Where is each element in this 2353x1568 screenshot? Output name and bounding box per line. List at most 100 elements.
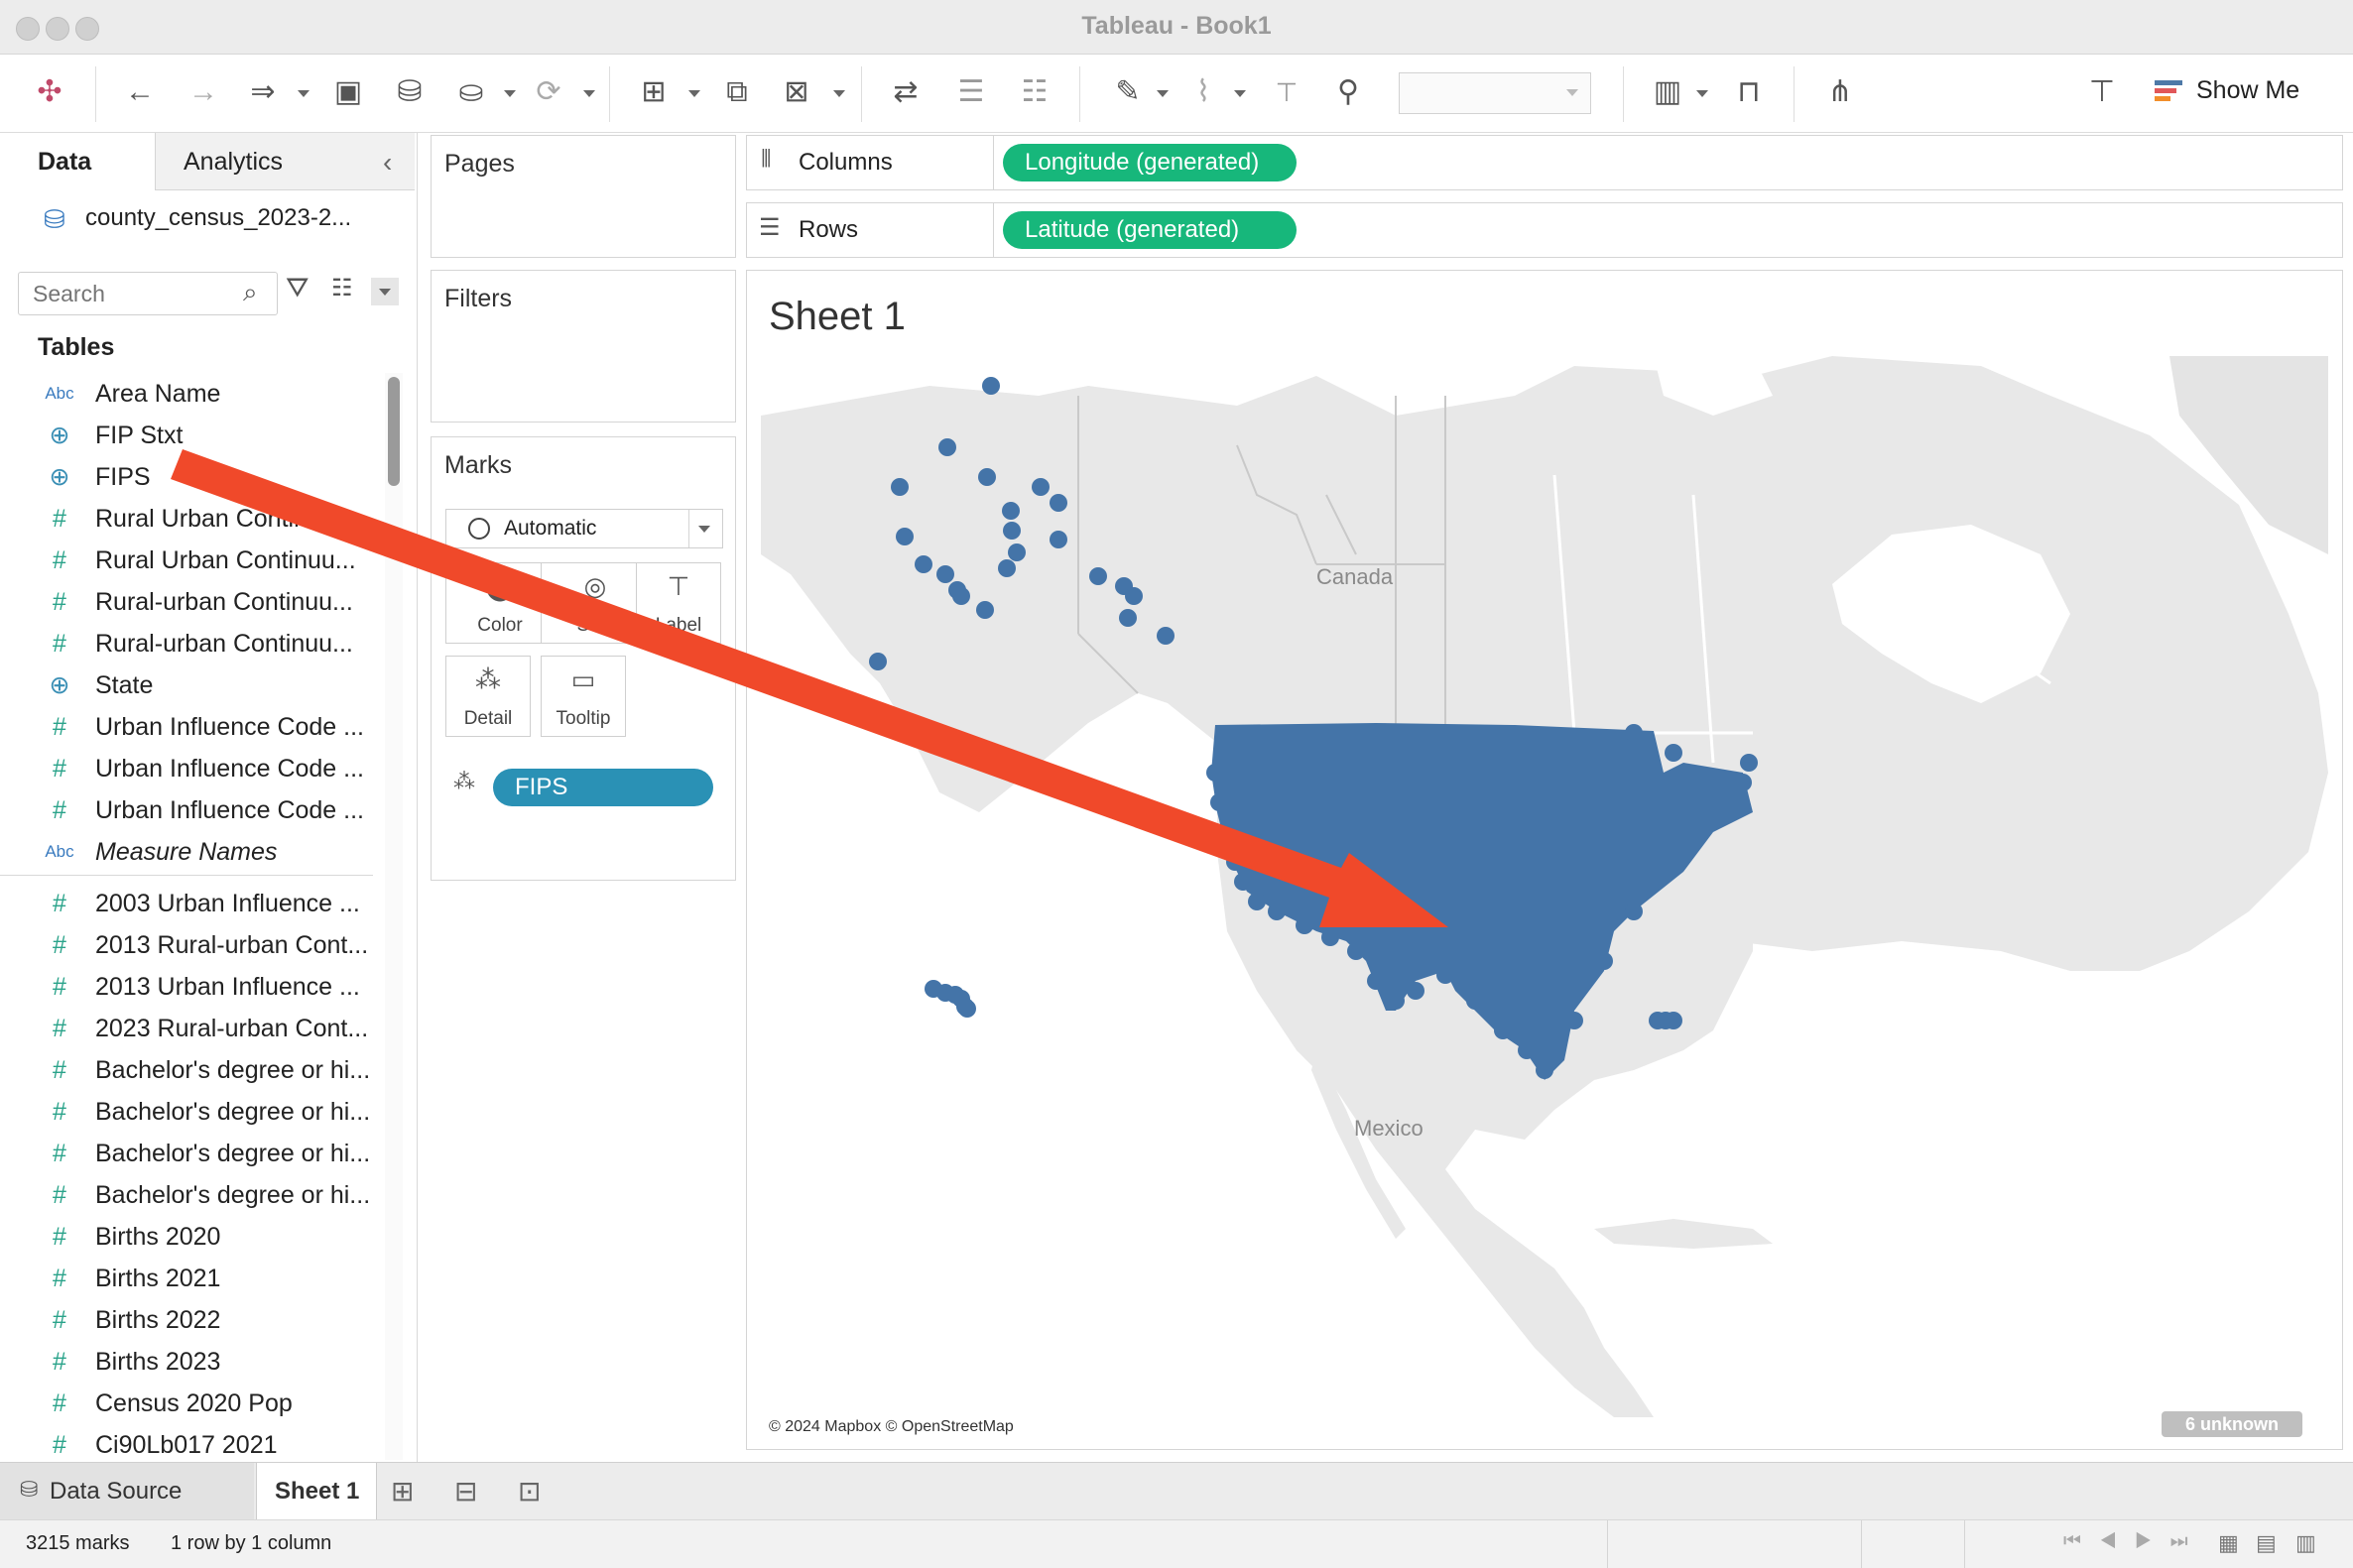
map-mark[interactable] <box>1032 478 1050 496</box>
search-input[interactable] <box>31 279 233 308</box>
group-members-icon[interactable]: ⌇ <box>1180 72 1226 112</box>
map-mark[interactable] <box>1248 893 1266 910</box>
redo-icon[interactable]: → <box>181 72 226 112</box>
map-mark[interactable] <box>1734 774 1752 791</box>
field-item[interactable]: # Rural Urban Continuu... <box>0 498 377 540</box>
map-mark[interactable] <box>1665 1012 1682 1029</box>
refresh-dropdown-icon[interactable] <box>583 90 595 97</box>
data-source-tab[interactable]: ⛁ Data Source <box>0 1463 254 1520</box>
show-cards-dropdown-icon[interactable] <box>1696 90 1708 97</box>
field-item[interactable]: #2013 Rural-urban Cont... <box>0 924 377 966</box>
fix-axes-icon[interactable]: ⚲ <box>1325 72 1371 112</box>
map-mark[interactable] <box>1268 793 1286 811</box>
detail-button[interactable]: ⁂ Detail <box>445 656 531 737</box>
highlight-icon[interactable]: ✎ <box>1105 72 1151 112</box>
map-mark[interactable] <box>1157 627 1175 645</box>
fit-dropdown[interactable] <box>1399 72 1591 114</box>
filter-icon[interactable]: ⛛ <box>286 272 310 304</box>
latitude-pill[interactable]: Latitude (generated) <box>1003 211 1297 249</box>
sheet-title[interactable]: Sheet 1 <box>769 295 906 339</box>
map-mark[interactable] <box>1665 744 1682 762</box>
show-labels-icon[interactable]: ⊤ <box>1264 72 1309 112</box>
undo-icon[interactable]: ← <box>117 72 163 112</box>
field-item[interactable]: # Urban Influence Code ... <box>0 706 377 748</box>
map-mark[interactable] <box>1321 928 1339 946</box>
map-canvas[interactable]: Canada Mexico © 2024 Mapbox © OpenStreet… <box>761 356 2328 1437</box>
map-mark[interactable] <box>1337 863 1355 881</box>
clear-dropdown-icon[interactable] <box>833 90 845 97</box>
map-mark[interactable] <box>1494 1022 1512 1039</box>
pages-card[interactable]: Pages <box>431 135 736 258</box>
map-mark[interactable] <box>952 587 970 605</box>
map-mark[interactable] <box>1536 1061 1553 1079</box>
field-item[interactable]: # Births 2023 <box>0 1341 377 1383</box>
map-mark[interactable] <box>1407 982 1424 1000</box>
new-dashboard-tab-icon[interactable]: ⊟ <box>454 1475 477 1508</box>
field-item[interactable]: # Bachelor's degree or hi... <box>0 1049 377 1091</box>
datasource-name[interactable]: county_census_2023-2... <box>85 204 351 232</box>
pause-dropdown-icon[interactable] <box>504 90 516 97</box>
field-item[interactable]: ⊕ State <box>0 664 377 706</box>
map-mark[interactable] <box>1206 764 1224 782</box>
map-mark[interactable] <box>869 653 887 670</box>
sort-ascending-icon[interactable]: ☰ <box>948 72 994 112</box>
group-dropdown-icon[interactable] <box>1234 90 1246 97</box>
map-mark[interactable] <box>978 468 996 486</box>
map-mark[interactable] <box>1625 903 1643 920</box>
map-mark[interactable] <box>1268 903 1286 920</box>
map-mark[interactable] <box>1210 793 1228 811</box>
field-list-scrollbar[interactable] <box>385 373 403 1460</box>
new-worksheet-icon[interactable]: ⊞ <box>631 72 677 112</box>
collapse-pane-icon[interactable]: ‹ <box>383 147 392 179</box>
search-field[interactable]: ⌕ <box>18 272 278 315</box>
map-mark[interactable] <box>1050 531 1067 548</box>
new-worksheet-tab-icon[interactable]: ⊞ <box>391 1475 414 1508</box>
map-mark[interactable] <box>891 478 909 496</box>
map-mark[interactable] <box>1218 823 1236 841</box>
field-item[interactable]: # Bachelor's degree or hi... <box>0 1091 377 1133</box>
size-button[interactable]: ◎ Size <box>541 562 650 644</box>
map-mark[interactable] <box>915 555 932 573</box>
longitude-pill[interactable]: Longitude (generated) <box>1003 144 1297 181</box>
field-item[interactable]: #2013 Urban Influence ... <box>0 966 377 1008</box>
mark-type-dropdown[interactable]: Automatic <box>445 509 723 548</box>
map-mark[interactable] <box>1002 502 1020 520</box>
map-mark[interactable] <box>976 601 994 619</box>
map-mark[interactable] <box>1625 724 1643 742</box>
map-mark[interactable] <box>1740 754 1758 772</box>
sort-descending-icon[interactable]: ☷ <box>1012 72 1057 112</box>
replay-dropdown-icon[interactable] <box>298 90 310 97</box>
field-item[interactable]: #2023 Rural-urban Cont... <box>0 1008 377 1049</box>
map-mark[interactable] <box>1712 803 1730 821</box>
view-options-icon[interactable]: ☷ <box>331 274 353 302</box>
map-mark[interactable] <box>1684 833 1702 851</box>
map-mark[interactable] <box>1565 1012 1583 1029</box>
field-item[interactable]: # Births 2022 <box>0 1299 377 1341</box>
tableau-logo-icon[interactable]: ✣ <box>22 72 77 112</box>
share-icon[interactable]: ⋔ <box>1815 72 1865 112</box>
field-item[interactable]: ⊕ FIP Stxt <box>0 415 377 456</box>
show-filmstrip-icon[interactable]: ▦ <box>2218 1530 2239 1556</box>
new-worksheet-dropdown-icon[interactable] <box>688 90 700 97</box>
field-item[interactable]: # Births 2021 <box>0 1258 377 1299</box>
map-mark[interactable] <box>1307 813 1325 831</box>
map-mark[interactable] <box>1234 873 1252 891</box>
map-mark[interactable] <box>1288 843 1305 861</box>
tab-analytics[interactable]: Analytics <box>155 133 415 190</box>
sheet-navigation-icons[interactable]: ⏮◀▶⏭ <box>2063 1530 2206 1553</box>
map-mark[interactable] <box>1050 494 1067 512</box>
map-mark[interactable] <box>896 528 914 545</box>
filters-card[interactable]: Filters <box>431 270 736 422</box>
refresh-icon[interactable]: ⟳ <box>526 72 571 112</box>
fips-detail-pill[interactable]: FIPS <box>493 769 713 806</box>
field-item[interactable]: # Ci90Lb017 2021 <box>0 1424 377 1466</box>
show-tabs-icon[interactable]: ▥ <box>2295 1530 2316 1556</box>
field-item[interactable]: # Urban Influence Code ... <box>0 748 377 789</box>
map-mark[interactable] <box>1436 966 1454 984</box>
field-item[interactable]: # Bachelor's degree or hi... <box>0 1174 377 1216</box>
pause-updates-icon[interactable]: ⛀ <box>448 72 494 112</box>
map-mark[interactable] <box>1347 942 1365 960</box>
map-mark[interactable] <box>1518 1041 1536 1059</box>
show-sheet-sorter-icon[interactable]: ▤ <box>2256 1530 2277 1556</box>
map-mark[interactable] <box>958 1000 976 1018</box>
